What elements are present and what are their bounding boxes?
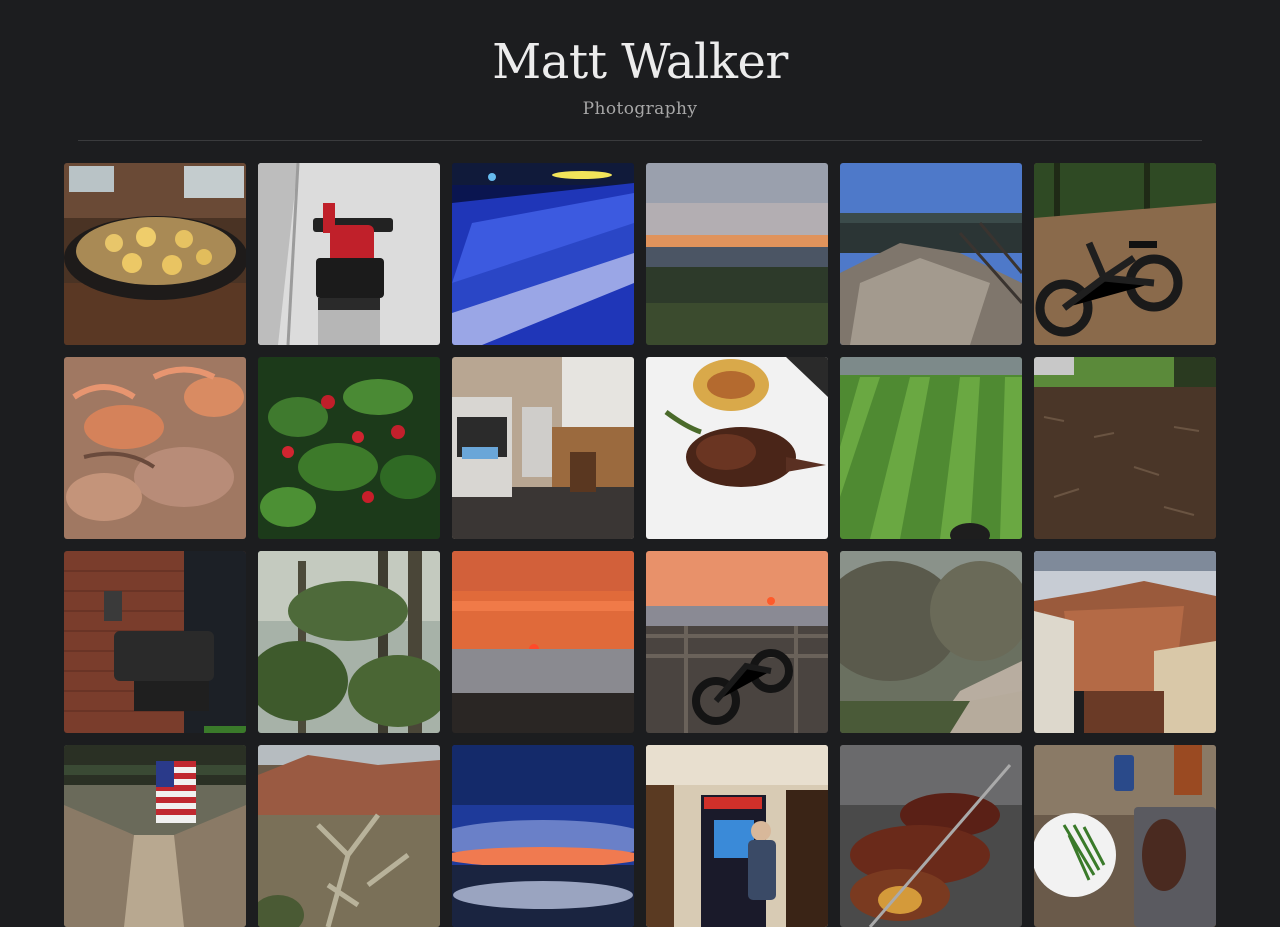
header-divider (78, 140, 1202, 141)
photo-image (840, 551, 1022, 733)
photo-image (258, 357, 440, 539)
site-subtitle: Photography (582, 99, 698, 119)
photo-thumbnail[interactable] (258, 551, 440, 733)
photo-image (452, 551, 634, 733)
site-header: Matt Walker Photography (0, 0, 1280, 141)
photo-image (258, 163, 440, 345)
photo-thumbnail[interactable] (452, 357, 634, 539)
photo-thumbnail[interactable] (840, 163, 1022, 345)
photo-image (1034, 357, 1216, 539)
photo-thumbnail[interactable] (1034, 163, 1216, 345)
photo-thumbnail[interactable] (64, 163, 246, 345)
photo-image (840, 163, 1022, 345)
photo-image (646, 357, 828, 539)
photo-thumbnail[interactable] (64, 551, 246, 733)
photo-thumbnail[interactable] (64, 357, 246, 539)
photo-thumbnail[interactable] (1034, 551, 1216, 733)
photo-thumbnail[interactable] (452, 551, 634, 733)
photo-thumbnail[interactable] (1034, 357, 1216, 539)
photo-image (1034, 551, 1216, 733)
photo-image (258, 551, 440, 733)
photo-thumbnail[interactable] (258, 357, 440, 539)
photo-thumbnail[interactable] (840, 551, 1022, 733)
photo-image (452, 357, 634, 539)
photo-image (452, 163, 634, 345)
photo-thumbnail[interactable] (452, 163, 634, 345)
photo-image (64, 163, 246, 345)
photo-thumbnail[interactable] (646, 163, 828, 345)
photo-image (646, 551, 828, 733)
photo-image (840, 357, 1022, 539)
photo-image (1034, 163, 1216, 345)
photo-thumbnail[interactable] (646, 357, 828, 539)
photo-thumbnail[interactable] (840, 357, 1022, 539)
photo-gallery (64, 163, 1216, 927)
photo-image (64, 551, 246, 733)
photo-thumbnail[interactable] (258, 163, 440, 345)
photo-image (64, 357, 246, 539)
photo-image (646, 163, 828, 345)
site-title[interactable]: Matt Walker (0, 34, 1280, 90)
photo-thumbnail[interactable] (646, 551, 828, 733)
